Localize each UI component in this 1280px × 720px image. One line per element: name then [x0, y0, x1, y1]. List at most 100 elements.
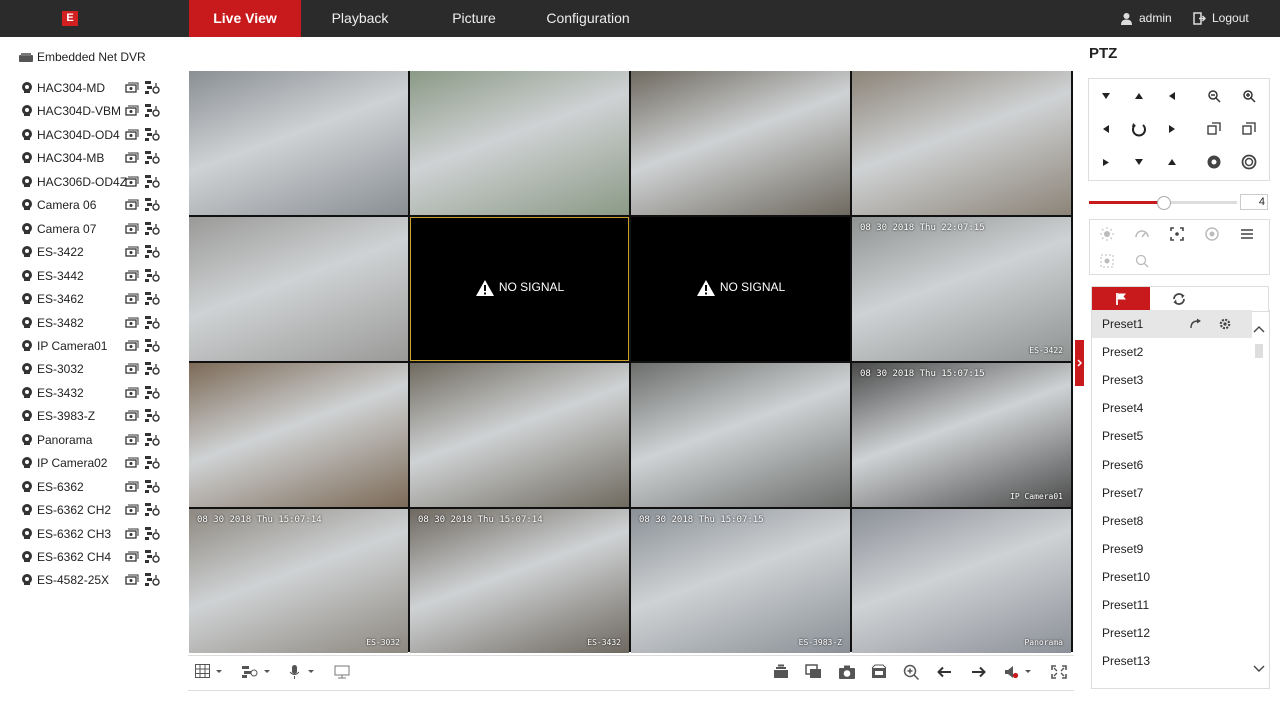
stream-icon[interactable]: [125, 340, 139, 351]
camera-item[interactable]: ES-3482: [21, 313, 171, 333]
logout-button[interactable]: Logout: [1193, 0, 1249, 37]
preset-item[interactable]: Preset4: [1092, 394, 1252, 422]
stream-settings-icon[interactable]: [144, 338, 160, 353]
stream-icon[interactable]: [125, 223, 139, 234]
preset-item[interactable]: Preset12: [1092, 619, 1252, 647]
stream-settings-icon[interactable]: [144, 479, 160, 494]
stream-icon[interactable]: [125, 176, 139, 187]
video-tile[interactable]: NO SIGNAL: [410, 217, 629, 361]
stream-settings-icon[interactable]: [144, 174, 160, 189]
stream-settings-icon[interactable]: [144, 432, 160, 447]
auxiliary-focus-button[interactable]: [1160, 221, 1194, 247]
camera-item[interactable]: ES-3462: [21, 289, 171, 309]
tab-configuration[interactable]: Configuration: [529, 0, 647, 37]
video-tile[interactable]: 08 30 2018 Thu 15:07:14 ES-3032: [189, 509, 408, 653]
preset-item[interactable]: Preset3: [1092, 366, 1252, 394]
stream-settings-icon[interactable]: [144, 80, 160, 95]
stream-icon[interactable]: [125, 246, 139, 257]
camera-item[interactable]: HAC306D-OD4Z: [21, 172, 171, 192]
window-layout-button[interactable]: [195, 664, 225, 680]
previous-page-button[interactable]: [936, 664, 954, 680]
zoom-button[interactable]: [903, 664, 921, 681]
zoom-out-button[interactable]: [1197, 80, 1230, 112]
camera-item[interactable]: ES-6362: [21, 477, 171, 497]
audio-talk-button[interactable]: [288, 664, 318, 680]
camera-item[interactable]: ES-6362 CH4: [21, 547, 171, 567]
stream-icon[interactable]: [125, 481, 139, 492]
stream-settings-icon[interactable]: [144, 150, 160, 165]
video-tile[interactable]: [189, 217, 408, 361]
stream-settings-icon[interactable]: [144, 455, 160, 470]
stream-icon[interactable]: [125, 574, 139, 586]
camera-item[interactable]: ES-4582-25X: [21, 570, 171, 590]
video-tile[interactable]: NO SIGNAL: [631, 217, 850, 361]
video-tile[interactable]: [189, 71, 408, 215]
stream-settings-icon[interactable]: [144, 291, 160, 306]
gear-icon[interactable]: [1218, 317, 1232, 331]
stream-icon[interactable]: [125, 410, 139, 421]
stream-icon[interactable]: [125, 528, 139, 539]
camera-item[interactable]: HAC304D-OD4: [21, 125, 171, 145]
preset-item[interactable]: Preset5: [1092, 422, 1252, 450]
stream-settings-icon[interactable]: [144, 572, 160, 587]
zoom-in-button[interactable]: [1232, 80, 1265, 112]
camera-item[interactable]: IP Camera01: [21, 336, 171, 356]
video-tile[interactable]: 08 30 2018 Thu 22:07:15 ES-3422: [852, 217, 1071, 361]
camera-item[interactable]: ES-3983-Z: [21, 406, 171, 426]
stream-icon[interactable]: [125, 434, 139, 445]
camera-item[interactable]: ES-3422: [21, 242, 171, 262]
video-tile[interactable]: [410, 71, 629, 215]
stream-icon[interactable]: [125, 270, 139, 281]
stream-icon[interactable]: [125, 317, 139, 328]
tab-playback[interactable]: Playback: [301, 0, 419, 37]
ptz-down-left-button[interactable]: [1089, 146, 1122, 178]
stream-settings-icon[interactable]: [144, 526, 160, 541]
stop-all-preview-button[interactable]: [772, 664, 790, 680]
video-tile[interactable]: [631, 71, 850, 215]
video-grid[interactable]: NO SIGNAL NO SIGNAL 08 30 2018 Thu 22:07:1…: [189, 71, 1073, 653]
wiper-button[interactable]: [1125, 221, 1159, 247]
region-focus-button[interactable]: [1125, 248, 1159, 274]
stream-type-button[interactable]: [241, 664, 273, 680]
stream-icon[interactable]: [125, 293, 139, 304]
stream-settings-icon[interactable]: [144, 549, 160, 564]
camera-item[interactable]: ES-3442: [21, 266, 171, 286]
preset-item[interactable]: Preset8: [1092, 507, 1252, 535]
tab-picture[interactable]: Picture: [419, 0, 529, 37]
tab-live-view[interactable]: Live View: [189, 0, 301, 37]
focus-near-button[interactable]: [1197, 113, 1230, 145]
preset-item[interactable]: Preset10: [1092, 563, 1252, 591]
stream-icon[interactable]: [125, 199, 139, 210]
stream-icon[interactable]: [125, 551, 139, 562]
tab-patterns[interactable]: [1210, 287, 1268, 311]
video-tile[interactable]: 08 30 2018 Thu 15:07:15 IP Camera01: [852, 363, 1071, 507]
camera-item[interactable]: ES-3432: [21, 383, 171, 403]
ptz-up-right-button[interactable]: [1155, 80, 1188, 112]
ptz-up-button[interactable]: [1122, 80, 1155, 112]
stream-icon[interactable]: [125, 82, 139, 93]
stream-settings-icon[interactable]: [144, 408, 160, 423]
light-button[interactable]: [1090, 221, 1124, 247]
scrollbar-thumb[interactable]: [1255, 344, 1263, 358]
collapse-ptz-panel-button[interactable]: [1075, 340, 1084, 386]
camera-item[interactable]: ES-3032: [21, 359, 171, 379]
preset-item[interactable]: Preset9: [1092, 535, 1252, 563]
ptz-down-button[interactable]: [1122, 146, 1155, 178]
fullscreen-button[interactable]: [1050, 664, 1068, 680]
start-all-preview-button[interactable]: [805, 664, 823, 680]
ptz-left-button[interactable]: [1089, 113, 1122, 145]
camera-item[interactable]: Camera 07: [21, 219, 171, 239]
video-tile[interactable]: [410, 363, 629, 507]
stream-icon[interactable]: [125, 152, 139, 163]
stream-settings-icon[interactable]: [144, 221, 160, 236]
stream-icon[interactable]: [125, 457, 139, 468]
preset-list-scrollbar[interactable]: [1252, 318, 1266, 688]
next-page-button[interactable]: [969, 664, 987, 680]
camera-item[interactable]: HAC304-MD: [21, 78, 171, 98]
stream-icon[interactable]: [125, 363, 139, 375]
stream-icon[interactable]: [125, 105, 139, 117]
preset-item[interactable]: Preset6: [1092, 451, 1252, 479]
ptz-right-button[interactable]: [1155, 113, 1188, 145]
user-menu[interactable]: admin: [1120, 0, 1172, 37]
ptz-down-right-button[interactable]: [1155, 146, 1188, 178]
